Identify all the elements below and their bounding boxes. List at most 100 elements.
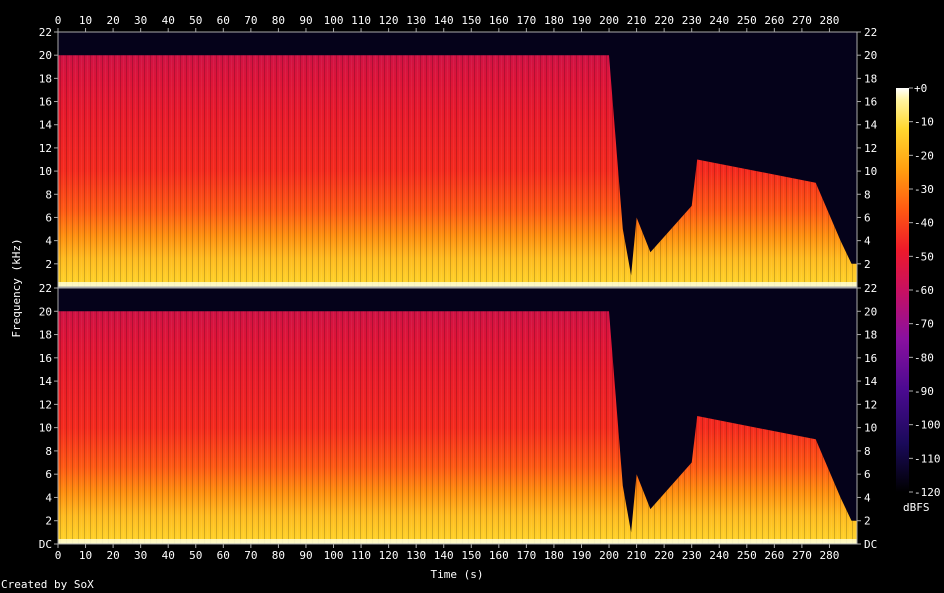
y-tick-label-right: 6 [864, 211, 871, 224]
x-tick-label-top: 60 [217, 14, 230, 27]
x-tick-label-bottom: 120 [379, 549, 399, 562]
y-tick-label-left: 18 [39, 72, 52, 85]
y-tick-label-right: 20 [864, 49, 877, 62]
y-tick-label-right: 4 [864, 235, 871, 248]
colorbar-tick-label: -10 [914, 116, 934, 129]
x-tick-label-bottom: 140 [434, 549, 454, 562]
colorbar-tick-label: -60 [914, 284, 934, 297]
y-tick-label-right: 10 [864, 422, 877, 435]
x-tick-label-bottom: 230 [682, 549, 702, 562]
colorbar-tick-label: -20 [914, 149, 934, 162]
x-tick-label-top: 240 [709, 14, 729, 27]
x-tick-label-top: 220 [654, 14, 674, 27]
x-tick-label-top: 260 [764, 14, 784, 27]
x-tick-label-top: 110 [351, 14, 371, 27]
x-tick-label-bottom: 190 [572, 549, 592, 562]
x-tick-label-top: 120 [379, 14, 399, 27]
colorbar-tick-label: -30 [914, 183, 934, 196]
x-tick-label-bottom: 30 [134, 549, 147, 562]
y-tick-label-right: 18 [864, 329, 877, 342]
x-tick-label-top: 20 [106, 14, 119, 27]
x-axis-label: Time (s) [431, 568, 484, 581]
y-axis-right: 2 4 6 8 10 12 14 16 18 20 22 DC 2 4 6 8 10 12 14 16 18 20 22 [857, 26, 878, 551]
colorbar-tick-label: -120 [914, 486, 941, 499]
y-tick-label-left: 10 [39, 422, 52, 435]
y-tick-label-right: 20 [864, 305, 877, 318]
x-tick-label-bottom: 10 [79, 549, 92, 562]
x-tick-label-bottom: 260 [764, 549, 784, 562]
y-tick-label-left: 6 [45, 211, 52, 224]
x-tick-label-top: 40 [162, 14, 175, 27]
x-tick-label-bottom: 220 [654, 549, 674, 562]
y-tick-label-left: 14 [39, 119, 53, 132]
colorbar-tick-label: +0 [914, 82, 927, 95]
x-tick-label-top: 150 [461, 14, 481, 27]
y-tick-label-left: 12 [39, 398, 52, 411]
y-tick-label-left: 2 [45, 515, 52, 528]
channel-2-plot [57, 287, 858, 545]
colorbar-tick-label: -110 [914, 452, 941, 465]
x-tick-label-bottom: 240 [709, 549, 729, 562]
x-tick-label-top: 270 [792, 14, 812, 27]
x-tick-label-top: 100 [324, 14, 344, 27]
spectrogram-figure: 0 10 20 30 40 50 60 70 80 90 100 110 120 130 140 150 160… [10, 14, 941, 581]
x-tick-label-top: 140 [434, 14, 454, 27]
colorbar: +0 -10 -20 -30 -40 -50 -60 -70 -80 -90 -100 -110 -12… [896, 82, 941, 514]
x-tick-label-top: 280 [820, 14, 840, 27]
y-tick-label-left: 18 [39, 329, 52, 342]
x-tick-label-top: 130 [406, 14, 426, 27]
colorbar-label: dBFS [903, 501, 930, 514]
colorbar-gradient [896, 88, 909, 492]
y-tick-label-left: 16 [39, 96, 52, 109]
x-tick-label-bottom: 110 [351, 549, 371, 562]
x-tick-label-bottom: 180 [544, 549, 564, 562]
y-tick-label-right: 22 [864, 26, 877, 39]
x-tick-label-bottom: 90 [299, 549, 312, 562]
x-axis-top: 0 10 20 30 40 50 60 70 80 90 100 110 120 130 140 150 160… [55, 14, 840, 32]
x-tick-label-bottom: 130 [406, 549, 426, 562]
x-tick-label-bottom: 170 [516, 549, 536, 562]
x-tick-label-top: 210 [627, 14, 647, 27]
y-axis-label: Frequency (kHz) [10, 238, 23, 337]
x-tick-label-top: 80 [272, 14, 285, 27]
x-tick-label-bottom: 280 [820, 549, 840, 562]
y-tick-label-right: 10 [864, 165, 877, 178]
y-tick-label-left: 20 [39, 49, 52, 62]
x-tick-label-bottom: 200 [599, 549, 619, 562]
channel-2-dc-band [58, 539, 857, 544]
y-tick-label-right: DC [864, 538, 877, 551]
y-tick-label-left: DC [39, 538, 52, 551]
colorbar-tick-label: -80 [914, 351, 934, 364]
y-tick-label-left: 4 [45, 491, 52, 504]
credit-text: Created by SoX [1, 578, 94, 591]
y-tick-label-left: 8 [45, 188, 52, 201]
x-tick-label-bottom: 160 [489, 549, 509, 562]
channel-1-plot [57, 31, 858, 288]
x-tick-label-bottom: 270 [792, 549, 812, 562]
x-tick-label-top: 90 [299, 14, 312, 27]
y-tick-label-left: 10 [39, 165, 52, 178]
x-tick-label-bottom: 20 [106, 549, 119, 562]
y-tick-label-left: 2 [45, 258, 52, 271]
x-tick-label-top: 180 [544, 14, 564, 27]
colorbar-ticks: +0 -10 -20 -30 -40 -50 -60 -70 -80 -90 -100 -110 -12… [909, 82, 941, 499]
y-axis-left: 2 4 6 8 10 12 14 16 18 20 22 DC 2 4 6 8 10 12 14 16 18 20 22 [39, 26, 58, 551]
channel-1-dc-band [58, 282, 857, 287]
colorbar-tick-label: -50 [914, 250, 934, 263]
colorbar-tick-label: -70 [914, 318, 934, 331]
y-tick-label-right: 4 [864, 491, 871, 504]
y-tick-label-right: 6 [864, 468, 871, 481]
x-axis-bottom: 0 10 20 30 40 50 60 70 80 90 100 110 120 130 140 150 160… [55, 544, 840, 562]
x-tick-label-top: 50 [189, 14, 202, 27]
y-tick-label-right: 14 [864, 119, 878, 132]
x-tick-label-bottom: 150 [461, 549, 481, 562]
x-tick-label-bottom: 40 [162, 549, 175, 562]
x-tick-label-bottom: 0 [55, 549, 62, 562]
y-tick-label-left: 16 [39, 352, 52, 365]
x-tick-label-bottom: 250 [737, 549, 757, 562]
x-tick-label-top: 250 [737, 14, 757, 27]
y-tick-label-right: 12 [864, 142, 877, 155]
y-tick-label-left: 6 [45, 468, 52, 481]
colorbar-tick-label: -100 [914, 419, 941, 432]
x-tick-label-top: 70 [244, 14, 257, 27]
